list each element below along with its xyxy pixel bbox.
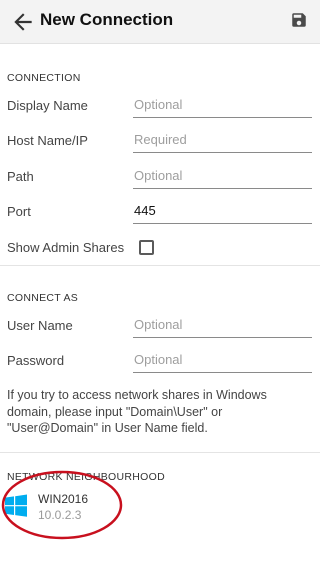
network-device-item[interactable]: WIN2016 10.0.2.3 [0,486,320,530]
display-name-input[interactable] [133,92,312,118]
display-name-label: Display Name [7,98,88,113]
arrow-left-icon[interactable] [10,9,36,35]
port-input[interactable] [133,198,312,224]
domain-help-text: If you try to access network shares in W… [7,388,267,435]
network-section-header: NETWORK NEIGHBOURHOOD [7,471,165,483]
section-divider [0,452,320,453]
connection-section-header: CONNECTION [7,72,81,84]
path-label: Path [7,169,34,184]
user-name-label: User Name [7,318,73,333]
floppy-save-icon[interactable] [290,11,308,29]
app-bar: New Connection [0,0,320,44]
port-label: Port [7,204,31,219]
section-divider [0,265,320,266]
password-input[interactable] [133,347,312,373]
host-input[interactable] [133,127,312,153]
windows-logo-icon [5,494,27,517]
user-name-input[interactable] [133,312,312,338]
network-device-name: WIN2016 [38,492,89,506]
show-admin-shares-label: Show Admin Shares [7,240,125,255]
host-label: Host Name/IP [7,133,88,148]
page-title: New Connection [40,10,174,29]
network-device-address: 10.0.2.3 [38,508,82,522]
connect-as-section-header: CONNECT AS [7,292,79,304]
path-input[interactable] [133,163,312,189]
password-label: Password [7,353,65,368]
show-admin-shares-checkbox[interactable] [139,240,154,255]
